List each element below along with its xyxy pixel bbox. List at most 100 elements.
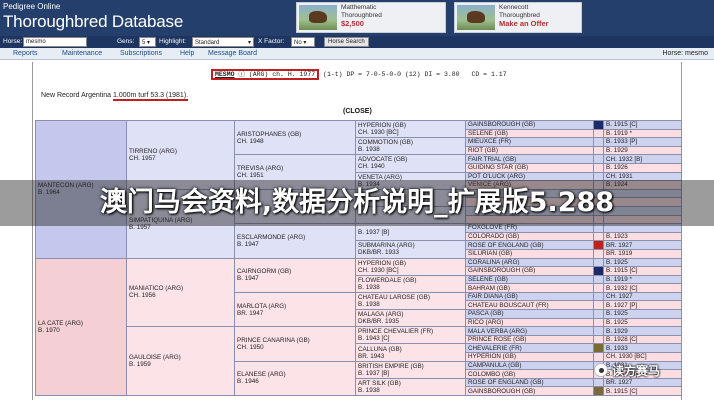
ancestor-name-link[interactable]: TREVISA (ARG) — [237, 165, 353, 172]
g5-ancestor-cell[interactable]: GAINSBOROUGH (GB) — [465, 120, 594, 130]
ancestor-name-link[interactable]: PRINCE ROSE (GB) — [468, 336, 591, 343]
info-icon[interactable]: ⓘ — [238, 71, 245, 78]
great-grandparent-cell[interactable]: CAIRNGORM (GB) b. 1947 — [234, 257, 356, 293]
ancestor-name-link[interactable]: SELENE (GB) — [468, 130, 591, 137]
g5-ancestor-cell[interactable]: RICO (ARG) — [465, 317, 594, 328]
ancestor-name-link[interactable]: COMMOTION (GB) — [358, 139, 463, 146]
gens-select[interactable]: 5 ▾ — [139, 37, 156, 47]
ancestor-name-link[interactable]: FAIR TRIAL (GB) — [468, 156, 591, 163]
g4-ancestor-cell[interactable]: ART SILK (GB) b. 1938 — [355, 377, 466, 397]
ancestor-name-link[interactable]: ELANESE (ARG) — [237, 371, 353, 378]
g5-ancestor-cell[interactable]: ROSE OF ENGLAND (GB) — [465, 240, 594, 250]
ancestor-name-link[interactable]: CALLUNA (GB) — [358, 346, 463, 353]
g4-ancestor-cell[interactable]: b. 1937 [B] — [355, 223, 466, 242]
ancestor-name-link[interactable]: ROSE OF ENGLAND (GB) — [468, 379, 591, 386]
ancestor-name-link[interactable]: CAIRNGORM (GB) — [237, 268, 353, 275]
ancestor-name-link[interactable]: CAMPANULA (GB) — [468, 362, 591, 369]
ancestor-name-link[interactable]: COLOMBO (GB) — [468, 371, 591, 378]
ancestor-name-link[interactable]: HYPERION (GB) — [468, 353, 591, 360]
ancestor-name-link[interactable]: ESCLARMONDE (ARG) — [237, 234, 353, 241]
ancestor-name-link[interactable]: COLORADO (GB) — [468, 233, 591, 240]
ancestor-name-link[interactable]: BRITISH EMPIRE (GB) — [358, 363, 463, 370]
ancestor-name-link[interactable]: SELENE (GB) — [468, 276, 591, 283]
grandparent-cell[interactable]: TIRRENO (ARG) ch. 1957 — [126, 120, 235, 190]
g4-ancestor-cell[interactable]: HYPERION (GB) ch. 1930 [BC] — [355, 119, 466, 139]
horse-name-link[interactable]: MESMO — [215, 71, 235, 78]
g5-ancestor-cell[interactable]: SELENE (GB) — [465, 274, 594, 285]
g5-ancestor-cell[interactable]: CHATEAU BOUSCAUT (FR) — [465, 300, 594, 311]
great-grandparent-cell[interactable]: MARLOTA (ARG) br. 1947 — [234, 291, 356, 328]
ancestor-name-link[interactable]: FLOWERDALE (GB) — [358, 277, 463, 284]
grandparent-cell[interactable]: GAULOISE (ARG) b. 1959 — [126, 326, 235, 396]
great-grandparent-cell[interactable]: ARISTOPHANES (GB) ch. 1948 — [234, 119, 356, 156]
g5-ancestor-cell[interactable]: CORALINA (ARG) — [465, 257, 594, 268]
ancestor-name-link[interactable]: MALAGA (ARG) — [358, 311, 463, 318]
g5-ancestor-cell[interactable]: MALA VERBA (ARG) — [465, 326, 594, 336]
ancestor-name-link[interactable]: GAINSBOROUGH (GB) — [468, 388, 591, 395]
grandparent-cell[interactable]: MANIATICO (ARG) ch. 1956 — [126, 257, 235, 328]
nav-subscriptions[interactable]: Subscriptions — [120, 50, 162, 57]
highlight-select[interactable]: Standard ▾ — [192, 37, 254, 47]
g5-ancestor-cell[interactable]: GAINSBOROUGH (GB) — [465, 386, 594, 396]
g4-ancestor-cell[interactable]: FLOWERDALE (GB) b. 1938 — [355, 274, 466, 293]
ancestor-name-link[interactable]: TIRRENO (ARG) — [129, 148, 232, 155]
ad-banner-matthematic[interactable]: Matthematic Thoroughbred $2,500 — [296, 2, 446, 33]
g4-ancestor-cell[interactable]: HYPERION (GB) ch. 1930 [BC] — [355, 257, 466, 276]
g4-ancestor-cell[interactable]: SUBMARINA (ARG) dkb/br. 1933 — [355, 240, 466, 259]
g5-ancestor-cell[interactable]: GAINSBOROUGH (GB) — [465, 266, 594, 276]
g5-ancestor-cell[interactable]: FAIR DIANA (GB) — [465, 291, 594, 302]
ancestor-name-link[interactable]: ROSE OF ENGLAND (GB) — [468, 242, 591, 249]
nav-message-board[interactable]: Message Board — [208, 50, 257, 57]
ancestor-name-link[interactable]: FAIR DIANA (GB) — [468, 293, 591, 300]
ancestor-name-link[interactable]: CHEVALERIE (FR) — [468, 345, 591, 352]
g4-ancestor-cell[interactable]: BRITISH EMPIRE (GB) b. 1937 [B] — [355, 360, 466, 379]
ancestor-name-link[interactable]: ARISTOPHANES (GB) — [237, 131, 353, 138]
g5-ancestor-cell[interactable]: PRINCE ROSE (GB) — [465, 334, 594, 345]
nav-help[interactable]: Help — [180, 50, 194, 57]
g5-ancestor-cell[interactable]: MIEUXCE (FR) — [465, 137, 594, 147]
nav-maintenance[interactable]: Maintenance — [62, 50, 102, 57]
great-grandparent-cell[interactable]: PRINCE CANARINA (GB) ch. 1950 — [234, 326, 356, 362]
ancestor-name-link[interactable]: CORALINA (ARG) — [468, 259, 591, 266]
ancestor-name-link[interactable]: GAULOISE (ARG) — [129, 354, 232, 361]
g4-ancestor-cell[interactable]: PRINCE CHEVALIER (FR) b. 1943 [C] — [355, 326, 466, 345]
ancestor-name-link[interactable]: RICO (ARG) — [468, 319, 591, 326]
ancestor-name-link[interactable]: ADVOCATE (GB) — [358, 156, 463, 163]
ancestor-name-link[interactable]: PASCA (GB) — [468, 311, 591, 318]
ancestor-name-link[interactable]: PRINCE CANARINA (GB) — [237, 337, 353, 344]
logo-title[interactable]: Thoroughbred Database — [3, 12, 183, 32]
horse-search-input[interactable]: mesmo — [23, 37, 87, 47]
g4-ancestor-cell[interactable]: MALAGA (ARG) dkb/br. 1935 — [355, 309, 466, 328]
g5-ancestor-cell[interactable]: RIOT (GB) — [465, 145, 594, 156]
ancestor-name-link[interactable]: MALA VERBA (ARG) — [468, 328, 591, 335]
g5-ancestor-cell[interactable]: GUIDING STAR (GB) — [465, 162, 594, 173]
g5-ancestor-cell[interactable]: FAIR TRIAL (GB) — [465, 154, 594, 164]
g5-ancestor-cell[interactable]: CHEVALERIE (FR) — [465, 343, 594, 354]
dam-cell[interactable]: LA CATE (ARG) b. 1970 — [35, 257, 127, 396]
g5-ancestor-cell[interactable]: COLORADO (GB) — [465, 231, 594, 242]
ancestor-name-link[interactable]: SUBMARINA (ARG) — [358, 242, 463, 249]
g5-ancestor-cell[interactable]: PASCA (GB) — [465, 309, 594, 319]
g5-ancestor-cell[interactable]: BAHRAM (GB) — [465, 283, 594, 293]
ancestor-name-link[interactable]: HYPERION (GB) — [358, 260, 463, 267]
ancestor-name-link[interactable]: SILURIAN (GB) — [468, 250, 591, 257]
ancestor-name-link[interactable]: MIEUXCE (FR) — [468, 139, 591, 146]
ancestor-name-link[interactable]: CHATEAU BOUSCAUT (FR) — [468, 302, 591, 309]
g4-ancestor-cell[interactable]: ADVOCATE (GB) ch. 1940 — [355, 154, 466, 173]
g5-ancestor-cell[interactable]: HYPERION (GB) — [465, 352, 594, 362]
logo-subtitle[interactable]: Pedigree Online — [3, 2, 60, 11]
horse-search-button[interactable]: Horse Search — [324, 37, 369, 47]
great-grandparent-cell[interactable]: ESCLARMONDE (ARG) b. 1947 — [234, 223, 356, 259]
xfactor-select[interactable]: No ▾ — [291, 37, 315, 47]
ancestor-name-link[interactable]: GUIDING STAR (GB) — [468, 164, 591, 171]
nav-reports[interactable]: Reports — [13, 50, 38, 57]
close-button[interactable]: (CLOSE) — [343, 108, 372, 115]
ancestor-name-link[interactable]: POT O'LUCK (ARG) — [468, 173, 591, 180]
ancestor-name-link[interactable]: MARLOTA (ARG) — [237, 303, 353, 310]
ancestor-name-link[interactable]: ART SILK (GB) — [358, 380, 463, 387]
g5-ancestor-cell[interactable]: CAMPANULA (GB) — [465, 360, 594, 371]
ancestor-name-link[interactable]: BAHRAM (GB) — [468, 285, 591, 292]
ancestor-name-link[interactable]: HYPERION (GB) — [358, 122, 463, 129]
ancestor-name-link[interactable]: LA CATE (ARG) — [38, 320, 124, 327]
g5-ancestor-cell[interactable]: COLOMBO (GB) — [465, 369, 594, 379]
